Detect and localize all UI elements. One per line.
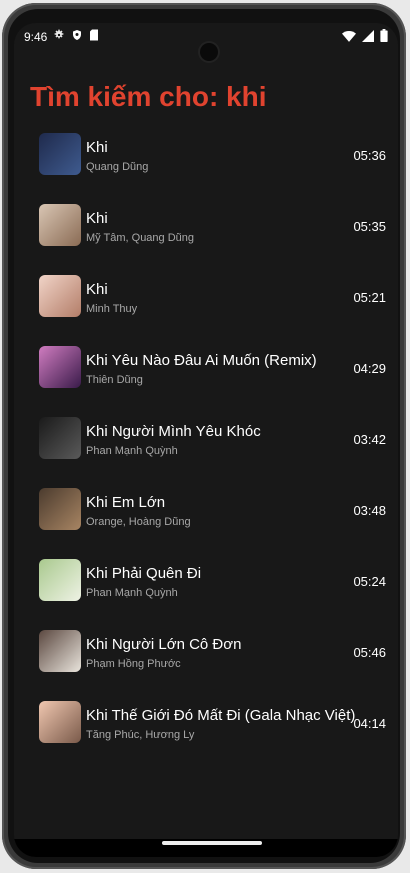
song-artist: Quang Dũng <box>86 161 149 173</box>
song-thumbnail <box>39 275 81 317</box>
song-duration: 05:35 <box>353 219 386 234</box>
song-duration: 05:36 <box>353 148 386 163</box>
song-row[interactable]: Khi Người Lớn Cô Đơn Phạm Hồng Phước 05:… <box>14 630 398 701</box>
sd-card-icon <box>89 29 99 44</box>
phone-bezel: 9:46 Tìm kiếm cho: khi Khi Quang Dũng 05… <box>8 9 400 863</box>
song-artist: Minh Thuy <box>86 303 138 315</box>
song-thumbnail <box>39 204 81 246</box>
page-title: Tìm kiếm cho: khi <box>30 81 267 112</box>
song-duration: 05:24 <box>353 574 386 589</box>
song-artist: Mỹ Tâm, Quang Dũng <box>86 232 195 244</box>
song-row[interactable]: Khi Em Lớn Orange, Hoàng Dũng 03:48 <box>14 488 398 559</box>
song-title: Khi Phải Quên Đi <box>86 565 202 582</box>
front-camera <box>200 43 218 61</box>
song-artist: Phan Mạnh Quỳnh <box>86 587 178 599</box>
song-thumbnail <box>39 701 81 743</box>
phone-frame: 9:46 Tìm kiếm cho: khi Khi Quang Dũng 05… <box>2 3 406 869</box>
song-title: Khi Thế Giới Đó Mất Đi (Gala Nhạc Việt) <box>86 707 356 724</box>
song-artist: Thiên Dũng <box>86 374 143 386</box>
song-artist: Orange, Hoàng Dũng <box>86 516 191 528</box>
song-row[interactable]: Khi Thế Giới Đó Mất Đi (Gala Nhạc Việt) … <box>14 701 398 772</box>
song-title: Khi Em Lớn <box>86 494 166 511</box>
song-row[interactable]: Khi Yêu Nào Đâu Ai Muốn (Remix) Thiên Dũ… <box>14 346 398 417</box>
wifi-icon <box>342 30 356 45</box>
song-title: Khi <box>86 210 108 227</box>
status-right <box>342 29 388 45</box>
song-row[interactable]: Khi Người Mình Yêu Khóc Phan Mạnh Quỳnh … <box>14 417 398 488</box>
song-duration: 04:29 <box>353 361 386 376</box>
song-thumbnail <box>39 488 81 530</box>
song-title: Khi Người Mình Yêu Khóc <box>86 423 261 440</box>
song-artist: Phan Mạnh Quỳnh <box>86 445 178 457</box>
shield-icon <box>71 29 83 44</box>
song-artist: Phạm Hồng Phước <box>86 658 181 670</box>
song-thumbnail <box>39 630 81 672</box>
song-row[interactable]: Khi Mỹ Tâm, Quang Dũng 05:35 <box>14 204 398 275</box>
song-thumbnail <box>39 417 81 459</box>
song-thumbnail <box>39 559 81 601</box>
song-duration: 05:46 <box>353 645 386 660</box>
signal-icon <box>362 29 374 45</box>
song-list: Khi Quang Dũng 05:36 Khi Mỹ Tâm, Quang D… <box>14 133 398 772</box>
song-thumbnail <box>39 346 81 388</box>
gear-icon <box>53 29 65 44</box>
song-title: Khi Yêu Nào Đâu Ai Muốn (Remix) <box>86 352 317 369</box>
battery-icon <box>380 29 388 45</box>
song-title: Khi Người Lớn Cô Đơn <box>86 636 242 653</box>
status-time: 9:46 <box>24 29 48 44</box>
song-row[interactable]: Khi Phải Quên Đi Phan Mạnh Quỳnh 05:24 <box>14 559 398 630</box>
song-row[interactable]: Khi Quang Dũng 05:36 <box>14 133 398 204</box>
song-title: Khi <box>86 139 108 156</box>
status-left: 9:46 <box>24 29 99 44</box>
song-artist: Tăng Phúc, Hương Ly <box>86 729 195 741</box>
home-indicator[interactable] <box>162 841 262 845</box>
song-thumbnail <box>39 133 81 175</box>
song-title: Khi <box>86 281 108 298</box>
song-duration: 05:21 <box>353 290 386 305</box>
song-duration: 03:48 <box>353 503 386 518</box>
screen: 9:46 Tìm kiếm cho: khi Khi Quang Dũng 05… <box>14 23 398 857</box>
song-duration: 03:42 <box>353 432 386 447</box>
song-row[interactable]: Khi Minh Thuy 05:21 <box>14 275 398 346</box>
song-duration: 04:14 <box>353 716 386 731</box>
